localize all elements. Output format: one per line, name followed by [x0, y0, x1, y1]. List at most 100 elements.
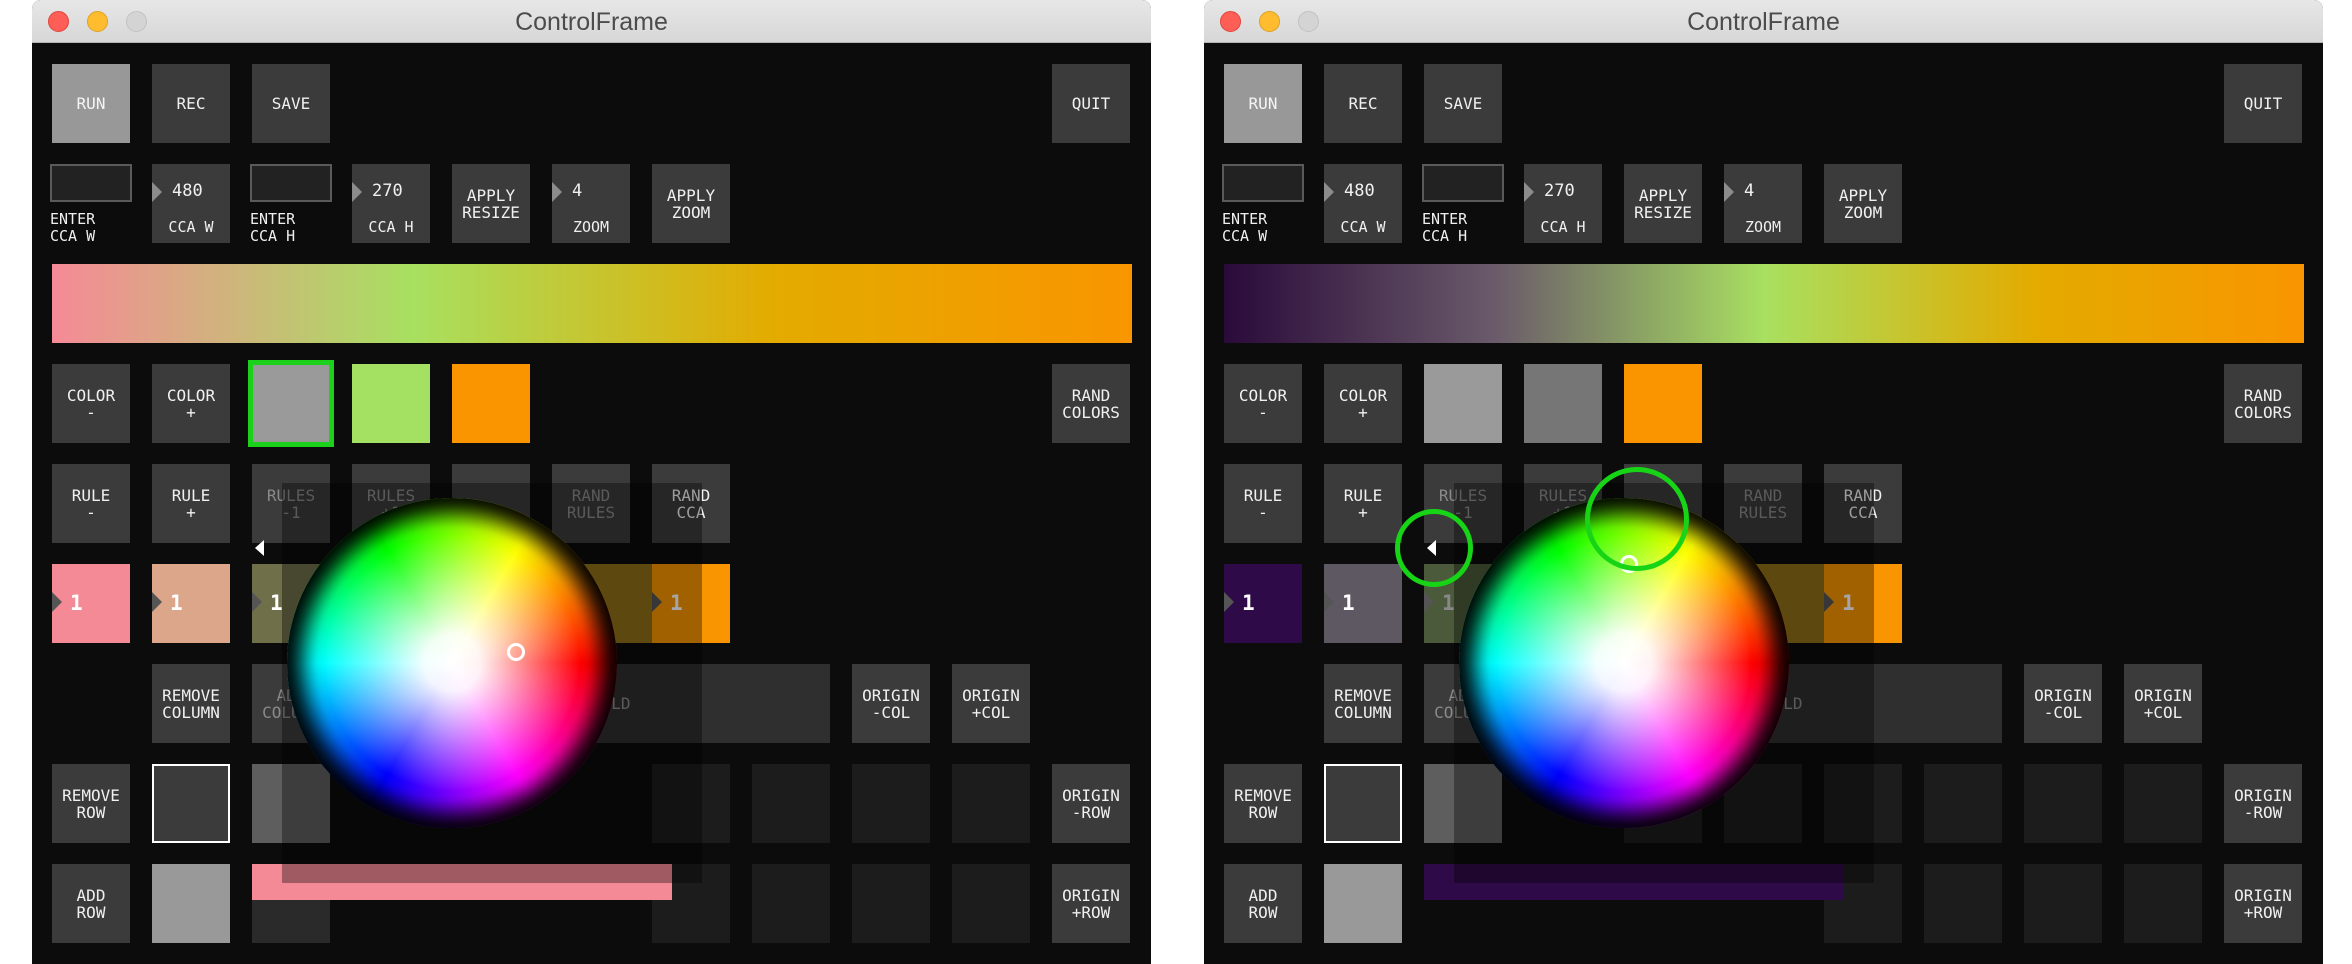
color-plus-button[interactable]: COLOR + [1324, 364, 1402, 443]
grid-cell[interactable] [1924, 864, 2002, 943]
zoom-caption: ZOOM [1744, 218, 1782, 236]
color-gradient-bar [52, 264, 1132, 343]
origin-plus-row-button[interactable]: ORIGIN +ROW [2224, 864, 2302, 943]
add-row-button[interactable]: ADD ROW [1224, 864, 1302, 943]
color-gradient-bar [1224, 264, 2304, 343]
quit-button[interactable]: QUIT [2224, 64, 2302, 143]
rule-plus-button[interactable]: RULE + [152, 464, 230, 543]
rule-arrow-icon [252, 592, 262, 612]
grid-cell-selected[interactable] [1324, 764, 1402, 843]
color-swatch-3[interactable] [1624, 364, 1702, 443]
color-plus-button[interactable]: COLOR + [152, 364, 230, 443]
grid-cell[interactable] [852, 764, 930, 843]
numberbox-arrow-icon [352, 182, 362, 202]
rule-cell[interactable]: 1 [1324, 564, 1402, 643]
grid-cell[interactable] [2124, 864, 2202, 943]
run-button[interactable]: RUN [1224, 64, 1302, 143]
save-button[interactable]: SAVE [1424, 64, 1502, 143]
color-swatch-2[interactable] [352, 364, 430, 443]
apply-resize-button[interactable]: APPLY RESIZE [1624, 164, 1702, 243]
zoom-numberbox[interactable]: 4 ZOOM [1724, 164, 1802, 243]
color-minus-button[interactable]: COLOR - [1224, 364, 1302, 443]
rec-button[interactable]: REC [152, 64, 230, 143]
enter-cca-w-label: ENTER CCA W [1222, 210, 1268, 245]
remove-row-button[interactable]: REMOVE ROW [1224, 764, 1302, 843]
window-title: ControlFrame [1687, 8, 1840, 36]
color-swatch-2[interactable] [1524, 364, 1602, 443]
origin-minus-col-button[interactable]: ORIGIN -COL [852, 664, 930, 743]
grid-cell[interactable] [152, 864, 230, 943]
zoom-numberbox[interactable]: 4 ZOOM [552, 164, 630, 243]
highlight-ring-anchor [1395, 509, 1473, 587]
cca-height-input[interactable] [1422, 164, 1504, 202]
color-wheel-picker[interactable] [287, 498, 617, 828]
control-frame-window-right: ControlFrame RUN REC SAVE QUIT ENTER CCA… [1204, 0, 2323, 964]
cca-width-value: 480 [172, 181, 203, 201]
apply-zoom-button[interactable]: APPLY ZOOM [652, 164, 730, 243]
window-title: ControlFrame [515, 8, 668, 36]
apply-resize-button[interactable]: APPLY RESIZE [452, 164, 530, 243]
origin-plus-row-button[interactable]: ORIGIN +ROW [1052, 864, 1130, 943]
cca-height-value: 270 [1544, 181, 1575, 201]
cca-height-numberbox[interactable]: 270 CCA H [1524, 164, 1602, 243]
grid-cell[interactable] [752, 864, 830, 943]
rule-value: 1 [70, 591, 83, 615]
rule-value: 1 [1342, 591, 1355, 615]
grid-cell[interactable] [2024, 864, 2102, 943]
rule-cell[interactable]: 1 [1224, 564, 1302, 643]
cca-height-value: 270 [372, 181, 403, 201]
rule-minus-button[interactable]: RULE - [52, 464, 130, 543]
grid-cell[interactable] [752, 764, 830, 843]
grid-cell[interactable] [952, 764, 1030, 843]
remove-row-button[interactable]: REMOVE ROW [52, 764, 130, 843]
picker-anchor-icon [255, 540, 264, 556]
color-wheel-shade [287, 498, 617, 828]
rule-cell[interactable]: 1 [152, 564, 230, 643]
origin-minus-row-button[interactable]: ORIGIN -ROW [2224, 764, 2302, 843]
remove-column-button[interactable]: REMOVE COLUMN [152, 664, 230, 743]
rule-cell[interactable]: 1 [52, 564, 130, 643]
rule-minus-button[interactable]: RULE - [1224, 464, 1302, 543]
rand-colors-button[interactable]: RAND COLORS [2224, 364, 2302, 443]
rule-arrow-icon [1424, 592, 1434, 612]
color-swatch-3[interactable] [452, 364, 530, 443]
color-swatch-1[interactable] [248, 360, 334, 447]
rule-value: 1 [270, 591, 283, 615]
numberbox-arrow-icon [552, 182, 562, 202]
rule-value: 1 [170, 591, 183, 615]
apply-zoom-button[interactable]: APPLY ZOOM [1824, 164, 1902, 243]
numberbox-arrow-icon [152, 182, 162, 202]
grid-cell[interactable] [852, 864, 930, 943]
grid-cell[interactable] [2124, 764, 2202, 843]
origin-minus-row-button[interactable]: ORIGIN -ROW [1052, 764, 1130, 843]
add-row-button[interactable]: ADD ROW [52, 864, 130, 943]
color-swatch-1[interactable] [1424, 364, 1502, 443]
quit-button[interactable]: QUIT [1052, 64, 1130, 143]
rule-plus-button[interactable]: RULE + [1324, 464, 1402, 543]
save-button[interactable]: SAVE [252, 64, 330, 143]
rec-button[interactable]: REC [1324, 64, 1402, 143]
title-bar[interactable]: ControlFrame [1204, 0, 2323, 43]
cca-height-input[interactable] [250, 164, 332, 202]
color-minus-button[interactable]: COLOR - [52, 364, 130, 443]
cca-width-input[interactable] [50, 164, 132, 202]
enter-cca-h-label: ENTER CCA H [250, 210, 296, 245]
grid-cell[interactable] [1924, 764, 2002, 843]
color-picker-handle[interactable] [507, 643, 525, 661]
grid-cell[interactable] [952, 864, 1030, 943]
rand-colors-button[interactable]: RAND COLORS [1052, 364, 1130, 443]
origin-minus-col-button[interactable]: ORIGIN -COL [2024, 664, 2102, 743]
cca-width-numberbox[interactable]: 480 CCA W [152, 164, 230, 243]
title-bar[interactable]: ControlFrame [32, 0, 1151, 43]
grid-cell[interactable] [2024, 764, 2102, 843]
run-button[interactable]: RUN [52, 64, 130, 143]
origin-plus-col-button[interactable]: ORIGIN +COL [2124, 664, 2202, 743]
grid-cell-selected[interactable] [152, 764, 230, 843]
remove-column-button[interactable]: REMOVE COLUMN [1324, 664, 1402, 743]
origin-plus-col-button[interactable]: ORIGIN +COL [952, 664, 1030, 743]
cca-width-numberbox[interactable]: 480 CCA W [1324, 164, 1402, 243]
cca-width-input[interactable] [1222, 164, 1304, 202]
cca-height-numberbox[interactable]: 270 CCA H [352, 164, 430, 243]
grid-cell[interactable] [1324, 864, 1402, 943]
rule-arrow-icon [52, 592, 62, 612]
